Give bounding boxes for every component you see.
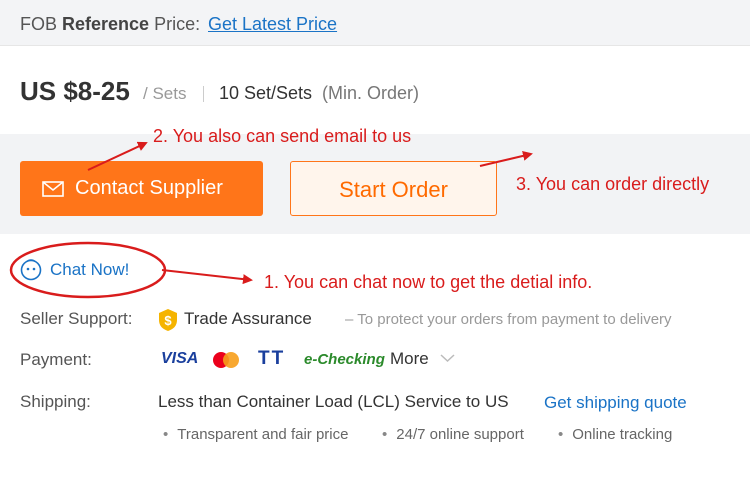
trade-assurance-description: – To protect your orders from payment to… (345, 311, 672, 328)
seller-support-label: Seller Support: (20, 309, 133, 328)
chevron-down-icon[interactable] (439, 352, 456, 364)
price-unit: / Sets (143, 84, 187, 103)
shipping-service: Less than Container Load (LCL) Service t… (158, 392, 509, 411)
price-range: US $8-25 (20, 76, 130, 106)
start-order-button[interactable]: Start Order (290, 161, 497, 216)
shipping-label: Shipping: (20, 392, 91, 411)
mastercard-icon (213, 352, 239, 368)
tt-logo: TT (258, 348, 286, 369)
fob-bold: Reference (62, 14, 150, 34)
contact-supplier-label: Contact Supplier (75, 177, 223, 199)
annotation-order: 3. You can order directly (516, 174, 710, 194)
fob-suffix: Price: (149, 14, 201, 34)
shipping-feature: Online tracking (558, 426, 672, 443)
fob-price-bar: FOB Reference Price: Get Latest Price (0, 0, 750, 46)
annotation-overlay (9, 141, 533, 299)
min-order-value: 10 Set/Sets (219, 83, 313, 103)
more-payment-button[interactable]: More (390, 349, 429, 369)
annotation-email: 2. You also can send email to us (153, 126, 412, 146)
annotation-chat: 1. You can chat now to get the detial in… (264, 272, 593, 292)
get-latest-price-link[interactable]: Get Latest Price (208, 14, 337, 35)
divider (203, 86, 204, 102)
fob-prefix: FOB (20, 14, 63, 34)
chat-now-label: Chat Now! (50, 260, 130, 279)
min-order-label: (Min. Order) (322, 83, 420, 103)
trade-assurance-title[interactable]: Trade Assurance (184, 309, 312, 329)
svg-text:$: $ (164, 313, 172, 328)
trade-assurance-icon: $ (159, 309, 177, 331)
payment-label: Payment: (20, 350, 92, 369)
fob-label: FOB Reference Price: (20, 14, 200, 35)
contact-supplier-button[interactable]: Contact Supplier (20, 161, 263, 216)
echecking-logo: e-Checking (304, 351, 385, 368)
start-order-label: Start Order (339, 177, 448, 202)
mail-icon (42, 181, 64, 197)
visa-logo: VISA (161, 350, 199, 367)
chat-face-icon (20, 259, 42, 281)
get-shipping-quote-link[interactable]: Get shipping quote (544, 393, 687, 413)
shipping-feature: 24/7 online support (382, 426, 524, 443)
shipping-feature: Transparent and fair price (163, 426, 348, 443)
arrow-chat (161, 269, 253, 285)
